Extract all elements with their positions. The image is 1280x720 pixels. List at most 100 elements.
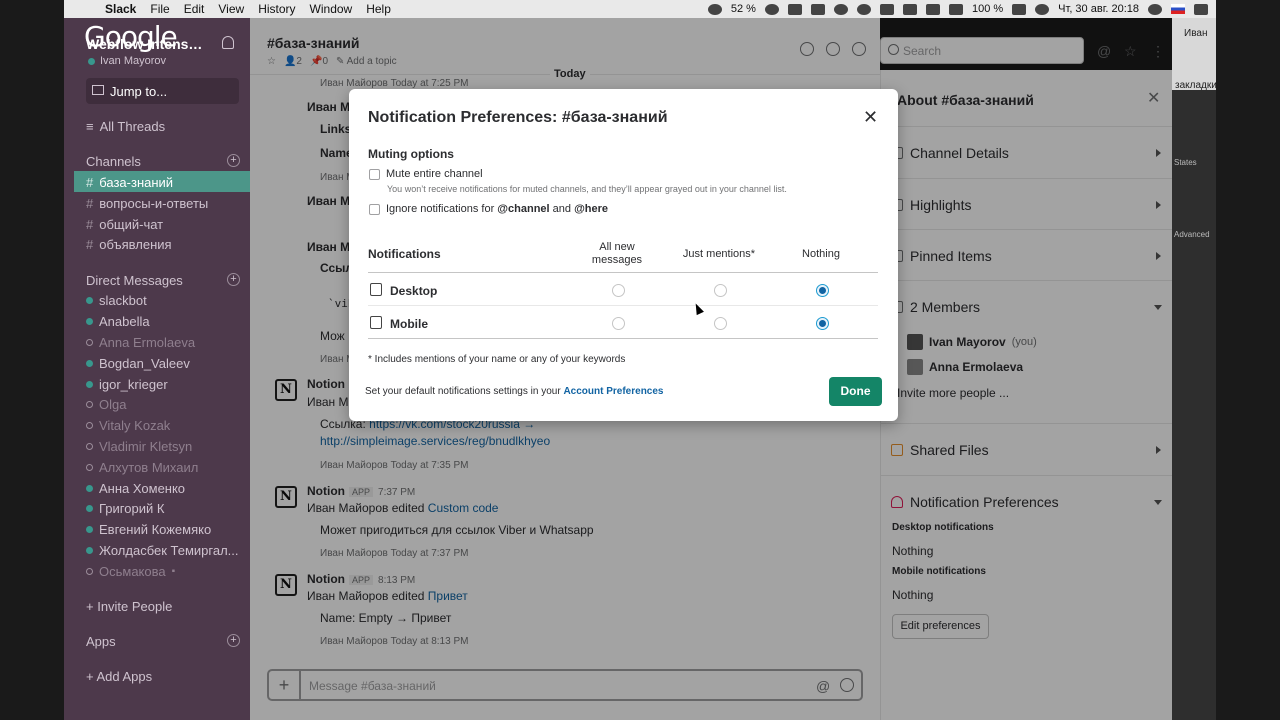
volume-icon[interactable]	[948, 3, 963, 15]
dm-item[interactable]: Olga	[86, 397, 126, 412]
russian-flag-icon[interactable]	[1171, 4, 1185, 14]
dm-label: slackbot	[99, 293, 147, 308]
screen: Slack File Edit View History Window Help…	[0, 0, 1280, 720]
sidebar-channel-obyavleniya[interactable]: # объявления	[86, 237, 172, 252]
add-apps-link[interactable]: + Add Apps	[86, 669, 152, 684]
desktop-nothing-radio[interactable]	[816, 284, 829, 297]
mobile-nothing-radio[interactable]	[816, 317, 829, 330]
bookmarks-label[interactable]: закладки	[1175, 80, 1217, 91]
wifi-icon[interactable]	[1035, 3, 1050, 15]
dm-item[interactable]: Анна Хоменко	[86, 481, 185, 496]
presence-dot-icon	[86, 318, 93, 325]
mute-channel-checkbox[interactable]	[369, 169, 380, 180]
menu-history[interactable]: History	[251, 2, 302, 16]
battery-percent: 100 %	[971, 3, 1004, 15]
invite-people-link[interactable]: + Invite People	[86, 599, 172, 614]
default-settings-note: Set your default notifications settings …	[365, 386, 664, 397]
table-rule	[368, 272, 878, 273]
hash-icon: #	[86, 217, 94, 232]
add-channel-icon[interactable]: +	[227, 154, 240, 167]
dm-item[interactable]: Осьмакова ▪	[86, 564, 175, 579]
bluetooth-icon[interactable]	[902, 3, 917, 15]
dm-label: Анна Хоменко	[99, 481, 186, 496]
dm-label: Vladimir Kletsyn	[99, 439, 193, 454]
dm-item[interactable]: Vladimir Kletsyn	[86, 439, 192, 454]
bell-icon[interactable]	[222, 36, 234, 49]
dm-item[interactable]: Anabella	[86, 314, 150, 329]
channel-label: объявления	[99, 237, 172, 252]
channels-heading[interactable]: Channels	[86, 154, 141, 169]
menu-list-icon[interactable]	[1194, 3, 1208, 15]
col-all-line1: All new	[599, 241, 635, 253]
skype-icon[interactable]	[764, 3, 779, 15]
mentions-footnote: * Includes mentions of your name or any …	[368, 354, 626, 365]
drive-icon[interactable]	[879, 3, 894, 15]
sidebar-channel-obshchiy[interactable]: # общий-чат	[86, 217, 163, 232]
google-overlay-logo: Google	[84, 20, 178, 53]
browser-profile-name[interactable]: Иван	[1184, 28, 1207, 39]
browser-icon[interactable]	[856, 3, 871, 15]
mac-menu-bar: Slack File Edit View History Window Help…	[64, 0, 1216, 18]
menu-file[interactable]: File	[143, 2, 176, 16]
all-threads-label: All Threads	[99, 119, 166, 134]
dm-item[interactable]: Жолдасбек Темиргал...	[86, 543, 239, 558]
add-app-icon[interactable]: +	[227, 634, 240, 647]
jump-to-label: Jump to...	[110, 84, 168, 99]
apps-heading[interactable]: Apps	[86, 634, 116, 649]
at-channel: @channel	[497, 203, 550, 215]
ignore-and: and	[552, 203, 572, 215]
menu-help[interactable]: Help	[359, 2, 398, 16]
default-text: Set your default notifications settings …	[365, 386, 561, 397]
dm-item[interactable]: Bogdan_Valeev	[86, 356, 190, 371]
dm-heading[interactable]: Direct Messages	[86, 273, 183, 288]
spotlight-search-icon[interactable]	[833, 3, 848, 15]
dm-item[interactable]: Алхутов Михаил	[86, 460, 198, 475]
mobile-mentions-radio[interactable]	[714, 317, 727, 330]
presence-dot-icon	[86, 401, 93, 408]
all-threads[interactable]: ≡ All Threads	[86, 119, 165, 134]
done-button[interactable]: Done	[829, 377, 882, 406]
dm-item[interactable]: slackbot	[86, 293, 147, 308]
close-icon[interactable]: ✕	[863, 107, 878, 128]
sidebar-channel-baza-znaniy[interactable]: # база-знаний	[86, 175, 173, 190]
menu-app-name[interactable]: Slack	[98, 2, 143, 16]
dm-label: Жолдасбек Темиргал...	[99, 543, 239, 558]
dm-label: Anna Ermolaeva	[99, 335, 196, 350]
desktop-mentions-radio[interactable]	[714, 284, 727, 297]
battery-icon[interactable]	[1012, 3, 1027, 15]
airplay-icon[interactable]	[925, 3, 940, 15]
sidebar-channel-voprosy[interactable]: # вопросы-и-ответы	[86, 196, 208, 211]
dm-item[interactable]: igor_krieger	[86, 377, 168, 392]
menu-window[interactable]: Window	[303, 2, 360, 16]
col-all-messages: All new messages	[577, 241, 657, 267]
menu-edit[interactable]: Edit	[177, 2, 212, 16]
dm-label: Григорий К	[99, 501, 165, 516]
dm-item[interactable]: Евгений Кожемяко	[86, 522, 211, 537]
advanced-label: Advanced	[1174, 230, 1210, 239]
left-black-strip	[0, 0, 64, 720]
notification-center-icon[interactable]	[1148, 3, 1162, 15]
account-preferences-link[interactable]: Account Preferences	[563, 386, 663, 397]
message-icon[interactable]	[810, 3, 825, 15]
clock[interactable]: Чт, 30 авг. 20:18	[1058, 3, 1139, 15]
dm-label: Bogdan_Valeev	[99, 356, 190, 371]
presence-dot-icon	[88, 57, 95, 65]
table-rule	[368, 338, 878, 339]
browser-toolbar: Иван закладки	[1172, 18, 1217, 91]
desktop-all-radio[interactable]	[612, 284, 625, 297]
screen-capture-icon[interactable]	[787, 3, 802, 15]
dm-item[interactable]: Vitaly Kozak	[86, 418, 170, 433]
add-dm-icon[interactable]: +	[227, 273, 240, 286]
presence-dot-icon	[86, 568, 93, 575]
ignore-mentions-label[interactable]: Ignore notifications for @channel and @h…	[386, 203, 608, 215]
menu-view[interactable]: View	[211, 2, 251, 16]
mute-channel-label[interactable]: Mute entire channel	[386, 168, 483, 180]
dm-item[interactable]: Anna Ermolaeva	[86, 335, 195, 350]
cpu-monitor-icon[interactable]	[707, 3, 722, 15]
dm-label: Осьмакова	[99, 564, 166, 579]
jump-icon	[92, 85, 104, 95]
dm-item[interactable]: Григорий К	[86, 501, 164, 516]
jump-to-button[interactable]: Jump to...	[86, 78, 239, 104]
mobile-all-radio[interactable]	[612, 317, 625, 330]
ignore-mentions-checkbox[interactable]	[369, 204, 380, 215]
